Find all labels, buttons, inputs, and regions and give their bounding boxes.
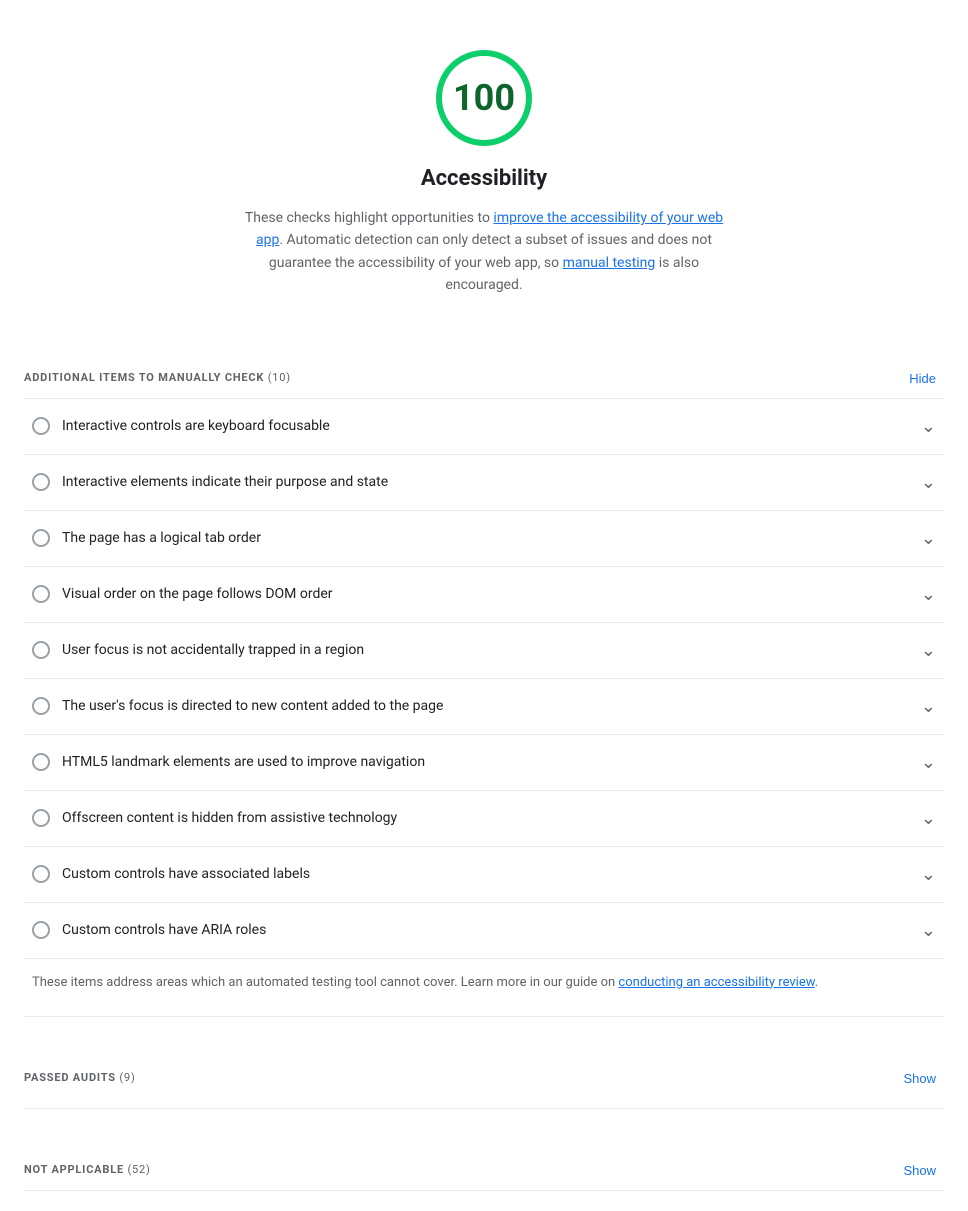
passed-section-toggle[interactable]: Show — [895, 1067, 944, 1090]
section-divider — [24, 1016, 944, 1017]
audit-item-left: Offscreen content is hidden from assisti… — [32, 808, 913, 829]
manual-section-title: ADDITIONAL ITEMS TO MANUALLY CHECK (10) — [24, 370, 291, 387]
audit-item-label: User focus is not accidentally trapped i… — [62, 640, 364, 661]
audit-status-circle — [32, 529, 50, 547]
score-value: 100 — [453, 71, 515, 125]
audit-item[interactable]: Interactive controls are keyboard focusa… — [24, 399, 944, 455]
section-divider-2 — [24, 1108, 944, 1109]
page-title: Accessibility — [421, 162, 547, 195]
footer-text-before: These items address areas which an autom… — [32, 975, 618, 990]
chevron-down-icon: ⌄ — [921, 917, 936, 944]
chevron-down-icon: ⌄ — [921, 469, 936, 496]
audit-item-label: Custom controls have associated labels — [62, 864, 310, 885]
audit-item-left: Custom controls have associated labels — [32, 864, 913, 885]
passed-audits-section: PASSED AUDITS (9) Show — [24, 1016, 944, 1098]
audit-item[interactable]: Visual order on the page follows DOM ord… — [24, 567, 944, 623]
score-circle: 100 — [436, 50, 532, 146]
score-section: 100 Accessibility These checks highlight… — [24, 20, 944, 317]
audit-item-left: HTML5 landmark elements are used to impr… — [32, 752, 913, 773]
audit-item-left: Visual order on the page follows DOM ord… — [32, 584, 913, 605]
not-applicable-section-header: NOT APPLICABLE (52) Show — [24, 1139, 944, 1190]
manual-testing-link[interactable]: manual testing — [563, 255, 656, 271]
audit-item[interactable]: User focus is not accidentally trapped i… — [24, 623, 944, 679]
audit-item-left: The user's focus is directed to new cont… — [32, 696, 913, 717]
audit-status-circle — [32, 865, 50, 883]
manual-section-toggle[interactable]: Hide — [901, 367, 944, 390]
chevron-down-icon: ⌄ — [921, 637, 936, 664]
audit-status-circle — [32, 585, 50, 603]
audit-item[interactable]: Interactive elements indicate their purp… — [24, 455, 944, 511]
audit-item-label: Custom controls have ARIA roles — [62, 920, 266, 941]
passed-section-count: (9) — [119, 1071, 135, 1084]
audit-item-label: Interactive elements indicate their purp… — [62, 472, 388, 493]
accessibility-review-link[interactable]: conducting an accessibility review — [618, 975, 814, 990]
chevron-down-icon: ⌄ — [921, 805, 936, 832]
audit-item[interactable]: Custom controls have ARIA roles ⌄ — [24, 903, 944, 959]
audit-item-left: Interactive elements indicate their purp… — [32, 472, 913, 493]
audit-item[interactable]: The user's focus is directed to new cont… — [24, 679, 944, 735]
audit-item-left: Custom controls have ARIA roles — [32, 920, 913, 941]
audit-list: Interactive controls are keyboard focusa… — [24, 398, 944, 959]
audit-item-label: The page has a logical tab order — [62, 528, 261, 549]
audit-status-circle — [32, 641, 50, 659]
audit-item[interactable]: The page has a logical tab order ⌄ — [24, 511, 944, 567]
audit-status-circle — [32, 809, 50, 827]
audit-item-left: Interactive controls are keyboard focusa… — [32, 416, 913, 437]
chevron-down-icon: ⌄ — [921, 693, 936, 720]
manual-section-header: ADDITIONAL ITEMS TO MANUALLY CHECK (10) … — [24, 347, 944, 398]
not-applicable-section-count: (52) — [127, 1163, 150, 1176]
footer-text-after: . — [815, 975, 818, 990]
chevron-down-icon: ⌄ — [921, 525, 936, 552]
audit-item-label: Interactive controls are keyboard focusa… — [62, 416, 330, 437]
passed-section-header: PASSED AUDITS (9) Show — [24, 1047, 944, 1098]
audit-status-circle — [32, 473, 50, 491]
not-applicable-section-title: NOT APPLICABLE (52) — [24, 1162, 151, 1179]
audit-item-label: Offscreen content is hidden from assisti… — [62, 808, 397, 829]
passed-section-title: PASSED AUDITS (9) — [24, 1070, 136, 1087]
audit-item-label: The user's focus is directed to new cont… — [62, 696, 443, 717]
manual-section-count: (10) — [268, 371, 291, 384]
not-applicable-section-toggle[interactable]: Show — [895, 1159, 944, 1182]
audit-item-label: Visual order on the page follows DOM ord… — [62, 584, 333, 605]
audit-item[interactable]: HTML5 landmark elements are used to impr… — [24, 735, 944, 791]
description-text-1: These checks highlight opportunities to — [245, 210, 494, 226]
audit-footer-note: These items address areas which an autom… — [24, 959, 944, 1007]
chevron-down-icon: ⌄ — [921, 413, 936, 440]
audit-item-label: HTML5 landmark elements are used to impr… — [62, 752, 425, 773]
manual-check-section: ADDITIONAL ITEMS TO MANUALLY CHECK (10) … — [24, 347, 944, 1007]
audit-status-circle — [32, 697, 50, 715]
chevron-down-icon: ⌄ — [921, 749, 936, 776]
audit-status-circle — [32, 753, 50, 771]
chevron-down-icon: ⌄ — [921, 581, 936, 608]
audit-item-left: The page has a logical tab order — [32, 528, 913, 549]
audit-status-circle — [32, 417, 50, 435]
audit-status-circle — [32, 921, 50, 939]
audit-item[interactable]: Offscreen content is hidden from assisti… — [24, 791, 944, 847]
chevron-down-icon: ⌄ — [921, 861, 936, 888]
score-description: These checks highlight opportunities to … — [244, 207, 724, 297]
audit-item-left: User focus is not accidentally trapped i… — [32, 640, 913, 661]
audit-item[interactable]: Custom controls have associated labels ⌄ — [24, 847, 944, 903]
bottom-divider — [24, 1190, 944, 1191]
not-applicable-section: NOT APPLICABLE (52) Show — [24, 1108, 944, 1190]
